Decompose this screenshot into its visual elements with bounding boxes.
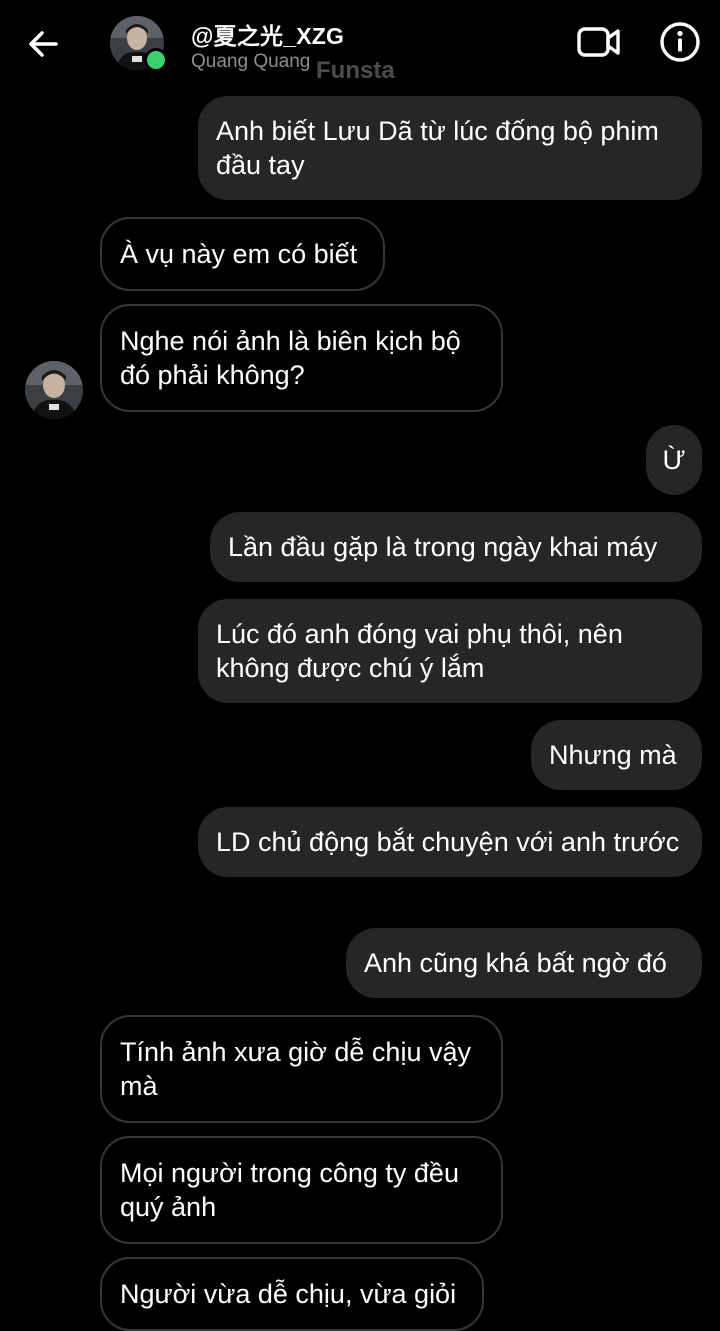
arrow-left-icon <box>29 31 58 57</box>
online-status-indicator <box>144 48 168 72</box>
video-call-button[interactable] <box>576 22 622 62</box>
profile-avatar[interactable] <box>110 16 168 72</box>
message-bubble-incoming[interactable]: À vụ này em có biết <box>100 217 385 291</box>
message-bubble-outgoing[interactable]: LD chủ động bắt chuyện với anh trước <box>198 807 702 877</box>
message-bubble-outgoing[interactable]: Anh cũng khá bất ngờ đó <box>346 928 702 998</box>
message-bubble-incoming[interactable]: Người vừa dễ chịu, vừa giỏi <box>100 1257 484 1331</box>
info-button[interactable] <box>658 20 702 64</box>
chat-subtitle: Quang Quang <box>191 51 311 72</box>
message-bubble-outgoing[interactable]: Lần đầu gặp là trong ngày khai máy <box>210 512 702 582</box>
video-camera-icon <box>577 27 620 57</box>
message-bubble-outgoing[interactable]: Anh biết Lưu Dã từ lúc đống bộ phim đầu … <box>198 96 702 200</box>
message-bubble-outgoing[interactable]: Ừ <box>646 425 702 495</box>
message-bubble-incoming[interactable]: Mọi người trong công ty đều quý ảnh <box>100 1136 503 1244</box>
chat-username[interactable]: @夏之光_XZG <box>191 17 344 51</box>
message-bubble-incoming[interactable]: Nghe nói ảnh là biên kịch bộ đó phải khô… <box>100 304 503 412</box>
info-icon <box>660 22 700 62</box>
watermark: Funsta <box>316 57 395 84</box>
back-button[interactable] <box>24 24 64 64</box>
chat-header: @夏之光_XZG Quang Quang Funsta <box>0 0 720 90</box>
message-bubble-incoming[interactable]: Tính ảnh xưa giờ dễ chịu vậy mà <box>100 1015 503 1123</box>
sender-avatar[interactable] <box>25 361 83 419</box>
message-bubble-outgoing[interactable]: Nhưng mà <box>531 720 702 790</box>
message-bubble-outgoing[interactable]: Lúc đó anh đóng vai phụ thôi, nên không … <box>198 599 702 703</box>
